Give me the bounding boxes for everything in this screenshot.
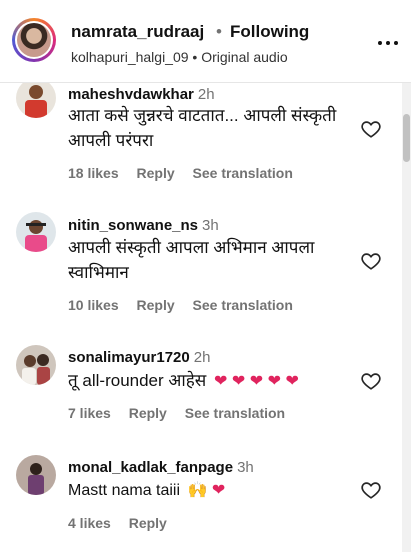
comment-actions: 7 likes Reply See translation: [68, 405, 299, 421]
author-avatar[interactable]: [12, 18, 56, 62]
heart-outline-icon[interactable]: [360, 118, 382, 140]
author-username[interactable]: namrata_rudraaj: [71, 22, 204, 42]
comment-item: monal_kadlak_fanpage 3h Mastt nama taiii …: [0, 445, 400, 545]
heart-emojis: ❤ ❤ ❤ ❤ ❤: [214, 373, 299, 390]
commenter-username[interactable]: monal_kadlak_fanpage 3h: [68, 459, 254, 476]
audio-info[interactable]: kolhapuri_halgi_09 • Original audio: [71, 49, 288, 65]
following-button[interactable]: Following: [230, 22, 309, 42]
like-count[interactable]: 18 likes: [68, 165, 119, 181]
like-count[interactable]: 10 likes: [68, 297, 119, 313]
reaction-emojis: 🙌 ❤: [187, 482, 226, 499]
comments-scrollbar[interactable]: [402, 82, 411, 552]
heart-outline-icon[interactable]: [360, 250, 382, 272]
heart-outline-icon[interactable]: [360, 479, 382, 501]
scrollbar-thumb[interactable]: [403, 114, 410, 162]
comment-text: Mastt nama taiii 🙌 ❤: [68, 482, 226, 499]
comment-actions: 18 likes Reply See translation: [68, 165, 307, 181]
commenter-avatar[interactable]: [16, 345, 56, 385]
heart-outline-icon[interactable]: [360, 370, 382, 392]
commenter-avatar[interactable]: [16, 212, 56, 252]
commenter-avatar[interactable]: [16, 455, 56, 495]
commenter-username[interactable]: sonalimayur1720 2h: [68, 349, 210, 366]
more-options-icon[interactable]: [378, 33, 402, 53]
comment-actions: 4 likes Reply: [68, 515, 181, 531]
reply-button[interactable]: Reply: [129, 405, 167, 421]
comment-actions: 10 likes Reply See translation: [68, 297, 307, 313]
reel-header: namrata_rudraaj • Following kolhapuri_ha…: [0, 0, 411, 83]
see-translation-link[interactable]: See translation: [185, 405, 285, 421]
like-count[interactable]: 7 likes: [68, 405, 111, 421]
commenter-avatar[interactable]: [16, 78, 56, 118]
commenter-username[interactable]: maheshvdawkhar 2h: [68, 86, 215, 103]
header-separator: •: [216, 22, 222, 41]
comment-text: आता कसे जुन्नरचे वाटतात... आपली संस्कृती…: [68, 106, 337, 150]
see-translation-link[interactable]: See translation: [193, 297, 293, 313]
comment-item: sonalimayur1720 2h तू all-rounder आहेस ❤ …: [0, 335, 400, 430]
see-translation-link[interactable]: See translation: [193, 165, 293, 181]
like-count[interactable]: 4 likes: [68, 515, 111, 531]
comment-text: तू all-rounder आहेस ❤ ❤ ❤ ❤ ❤: [68, 371, 299, 390]
reply-button[interactable]: Reply: [129, 515, 167, 531]
commenter-username[interactable]: nitin_sonwane_ns 3h: [68, 217, 219, 234]
comment-text: आपली संस्कृती आपला अभिमान आपला स्वाभिमान: [68, 238, 315, 282]
comment-item: nitin_sonwane_ns 3h आपली संस्कृती आपला अभ…: [0, 200, 400, 320]
reply-button[interactable]: Reply: [137, 297, 175, 313]
reply-button[interactable]: Reply: [137, 165, 175, 181]
